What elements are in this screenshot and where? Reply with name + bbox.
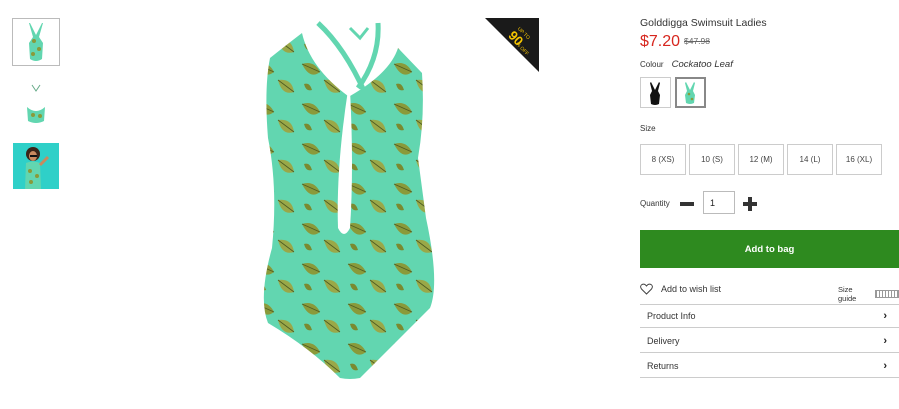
quantity-decrease-button[interactable] bbox=[679, 196, 695, 212]
size-option-xl[interactable]: 16 (XL) bbox=[836, 144, 882, 175]
current-price: $7.20 bbox=[640, 33, 681, 50]
colour-value: Cockatoo Leaf bbox=[671, 59, 733, 70]
accordion-delivery[interactable]: Delivery › bbox=[640, 329, 899, 353]
size-option-xs[interactable]: 8 (XS) bbox=[640, 144, 686, 175]
main-product-image[interactable] bbox=[250, 18, 540, 398]
accordion-label: Delivery bbox=[647, 335, 680, 346]
accordion-returns[interactable]: Returns › bbox=[640, 354, 899, 378]
chevron-right-icon: › bbox=[883, 310, 887, 322]
colour-label: Colour bbox=[640, 60, 664, 69]
discount-badge: UP TO 90 % OFF bbox=[485, 18, 539, 72]
size-label: Size bbox=[640, 124, 656, 133]
thumbnail-back[interactable] bbox=[12, 80, 60, 128]
colour-row: Colour Cockatoo Leaf bbox=[640, 59, 733, 70]
thumbnail-list bbox=[12, 18, 60, 204]
size-option-m[interactable]: 12 (M) bbox=[738, 144, 784, 175]
accordion-label: Product Info bbox=[647, 311, 696, 321]
plus-icon bbox=[743, 197, 757, 211]
ruler-icon bbox=[875, 290, 899, 298]
accordion-product-info[interactable]: Product Info › bbox=[640, 304, 899, 328]
quantity-increase-button[interactable] bbox=[742, 196, 758, 212]
thumbnail-front[interactable] bbox=[12, 18, 60, 66]
swatch-black[interactable] bbox=[640, 77, 671, 108]
swatch-cockatoo-leaf[interactable] bbox=[675, 77, 706, 108]
add-to-bag-button[interactable]: Add to bag bbox=[640, 230, 899, 268]
add-to-wish-list-link[interactable]: Add to wish list bbox=[640, 283, 721, 295]
size-guide-label: Size guide bbox=[838, 285, 857, 303]
wish-list-label: Add to wish list bbox=[661, 284, 722, 294]
product-title: Golddigga Swimsuit Ladies bbox=[640, 17, 767, 29]
thumbnail-model[interactable] bbox=[12, 142, 60, 190]
size-guide-link[interactable]: Size guide bbox=[838, 285, 899, 303]
accordion-label: Returns bbox=[647, 360, 679, 371]
original-price: $47.98 bbox=[684, 36, 710, 46]
chevron-right-icon: › bbox=[883, 334, 887, 347]
size-option-s[interactable]: 10 (S) bbox=[689, 144, 735, 175]
minus-icon bbox=[680, 202, 694, 206]
size-option-l[interactable]: 14 (L) bbox=[787, 144, 833, 175]
quantity-input[interactable] bbox=[703, 191, 735, 214]
heart-icon bbox=[640, 283, 653, 295]
quantity-label: Quantity bbox=[640, 199, 670, 208]
chevron-right-icon: › bbox=[883, 359, 887, 372]
